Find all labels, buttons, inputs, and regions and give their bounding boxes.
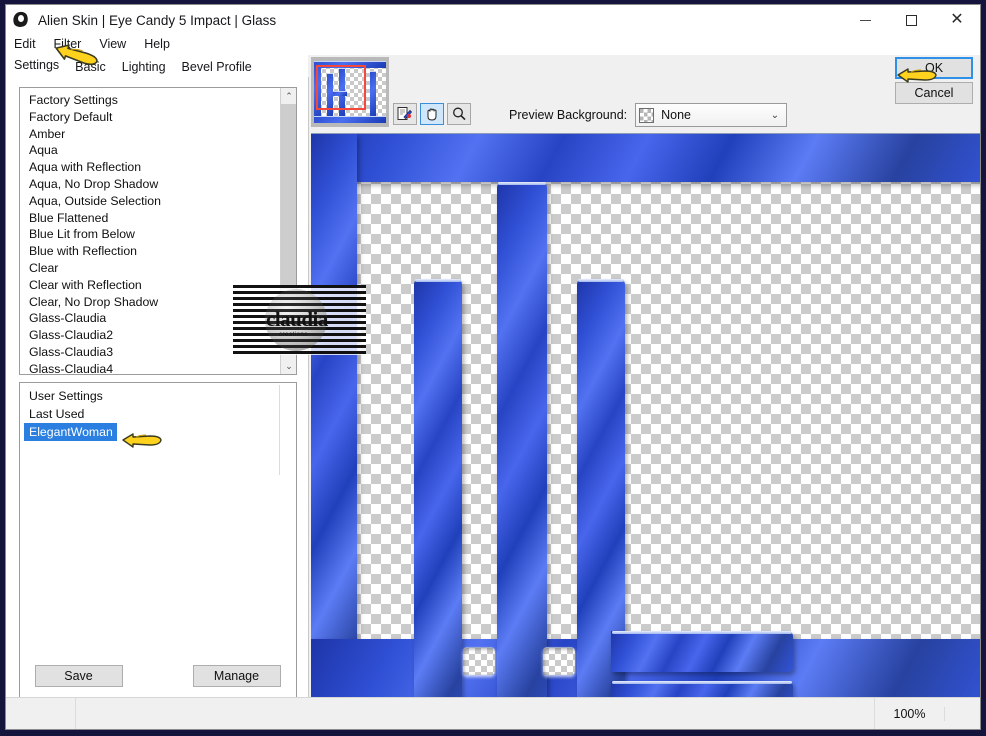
watermark-stripes xyxy=(233,285,366,355)
tab-strip: Settings Basic Lighting Bevel Profile xyxy=(6,55,308,77)
list-item[interactable]: Blue Flattened xyxy=(20,210,281,227)
glass-shape xyxy=(611,681,793,697)
glass-shape xyxy=(414,279,462,697)
navigator-canvas xyxy=(314,61,386,123)
glass-cutout xyxy=(463,647,495,675)
preview-background-select[interactable]: None ⌄ xyxy=(635,103,788,127)
status-bar: 100% xyxy=(6,697,980,729)
hand-pan-tool-button[interactable] xyxy=(420,103,444,125)
list-item[interactable]: Factory Default xyxy=(20,109,281,126)
menu-item-edit[interactable]: Edit xyxy=(14,36,45,52)
ok-button[interactable]: OK xyxy=(895,57,973,79)
zoom-magnifier-tool-button[interactable] xyxy=(447,103,471,125)
list-item-last-used[interactable]: Last Used xyxy=(20,405,296,423)
list-item-elegant-woman[interactable]: ElegantWoman xyxy=(24,423,117,441)
list-item[interactable]: Aqua xyxy=(20,142,281,159)
tab-basic[interactable]: Basic xyxy=(67,58,114,77)
glass-cutout xyxy=(543,647,575,675)
preview-panel: Preview Background: None ⌄ OK Cancel xyxy=(309,55,980,697)
claudia-watermark: claudia creations xyxy=(233,285,366,355)
navigator-thumbnail[interactable] xyxy=(311,57,389,127)
glass-shape xyxy=(311,134,980,182)
zoom-level-indicator: 100% xyxy=(875,706,945,721)
list-item[interactable]: Blue with Reflection xyxy=(20,243,281,260)
tab-bevel-profile[interactable]: Bevel Profile xyxy=(173,58,260,77)
window-title: Alien Skin | Eye Candy 5 Impact | Glass xyxy=(38,12,277,28)
manage-button[interactable]: Manage xyxy=(192,665,281,687)
preview-background-value: None xyxy=(661,108,692,122)
preview-tools xyxy=(393,103,471,125)
glass-shape xyxy=(611,631,793,672)
list-item[interactable]: Clear xyxy=(20,260,281,277)
glass-shape xyxy=(497,182,547,697)
minimize-button[interactable] xyxy=(842,5,888,35)
menu-bar: Edit Filter View Help xyxy=(6,33,980,55)
menu-item-filter[interactable]: Filter xyxy=(54,36,91,52)
tab-lighting[interactable]: Lighting xyxy=(113,58,174,77)
menu-item-help[interactable]: Help xyxy=(144,36,179,52)
settings-action-buttons: Save Manage xyxy=(6,665,309,687)
menu-item-view[interactable]: View xyxy=(99,36,135,52)
user-settings-header: User Settings xyxy=(29,389,103,403)
list-item[interactable]: Blue Lit from Below xyxy=(20,226,281,243)
close-icon: ✕ xyxy=(950,11,964,28)
maximize-button[interactable] xyxy=(888,5,934,35)
list-item[interactable]: Aqua, Outside Selection xyxy=(20,193,281,210)
user-settings-list-items: User Settings Last Used ElegantWoman xyxy=(20,383,296,441)
transparency-swatch-icon xyxy=(639,107,655,123)
preview-canvas[interactable] xyxy=(311,133,980,697)
close-button[interactable]: ✕ xyxy=(934,5,980,35)
status-bar-message-cell xyxy=(76,698,875,729)
window-controls: ✕ xyxy=(842,5,980,35)
user-list-scroll-divider xyxy=(279,385,280,475)
color-picker-tool-button[interactable] xyxy=(393,103,417,125)
list-item[interactable]: Glass-Claudia4 xyxy=(20,361,281,374)
cancel-button[interactable]: Cancel xyxy=(895,82,973,104)
list-item[interactable]: Factory Settings xyxy=(20,92,281,109)
list-item[interactable]: Aqua, No Drop Shadow xyxy=(20,176,281,193)
list-item[interactable]: Amber xyxy=(20,126,281,143)
scroll-down-icon[interactable]: ⌄ xyxy=(281,358,296,374)
navigator-viewport-rect[interactable] xyxy=(316,65,366,110)
glass-shape xyxy=(311,134,357,697)
application-window: Alien Skin | Eye Candy 5 Impact | Glass … xyxy=(0,0,986,736)
list-item[interactable]: Aqua with Reflection xyxy=(20,159,281,176)
preview-background-row: Preview Background: None ⌄ xyxy=(509,103,788,127)
tab-settings[interactable]: Settings xyxy=(6,56,68,77)
status-bar-left-cell xyxy=(6,698,76,729)
scrollbar-thumb[interactable] xyxy=(281,104,296,289)
save-button[interactable]: Save xyxy=(34,665,123,687)
alien-skin-logo-icon xyxy=(10,9,32,31)
preview-background-label: Preview Background: xyxy=(509,108,628,122)
dialog-actions: OK Cancel xyxy=(895,57,973,104)
chevron-down-icon: ⌄ xyxy=(770,109,780,121)
title-bar: Alien Skin | Eye Candy 5 Impact | Glass … xyxy=(6,5,980,35)
settings-panel: Factory Settings Factory Default Amber A… xyxy=(6,77,309,729)
window-inner: Alien Skin | Eye Candy 5 Impact | Glass … xyxy=(5,4,981,730)
scroll-up-icon[interactable]: ⌃ xyxy=(281,88,296,104)
